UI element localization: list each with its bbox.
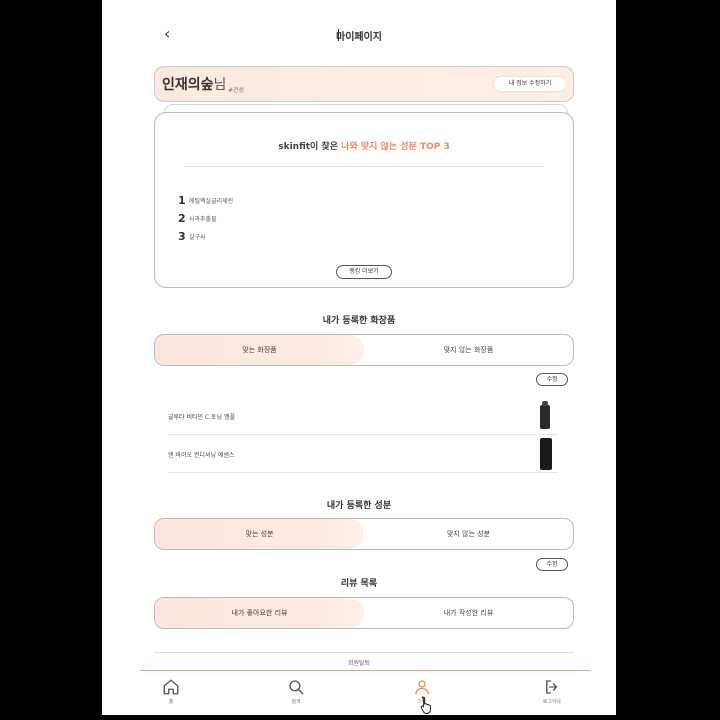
text-cursor <box>338 29 339 41</box>
name-suffix: 님 <box>213 77 227 93</box>
more-ranking-button[interactable]: 랭킹 더보기 <box>336 265 392 279</box>
nav-search[interactable]: 검색 <box>276 678 316 710</box>
app-screen: ‹ 마이페이지 인재의숲님 #건성 내 정보 수정하기 skinfit이 찾은 … <box>102 0 616 715</box>
ingredients-toggle: 맞는 성분 맞지 않는 성분 <box>154 518 574 550</box>
product-name: 글루타 비타민 C 토닝 앰플 <box>168 413 236 421</box>
product-item[interactable]: 글루타 비타민 C 토닝 앰플 <box>168 397 558 435</box>
divider <box>154 652 574 653</box>
mouse-pointer-icon <box>420 696 432 715</box>
page-title: 마이페이지 <box>336 32 382 43</box>
product-thumbnail-cap <box>542 401 548 406</box>
rank-ingredient: 살구씨 <box>189 233 206 241</box>
nav-logout[interactable]: 로그아웃 <box>532 678 572 710</box>
divider <box>184 166 544 167</box>
rank-item: 2 사과추출물 <box>178 211 217 225</box>
tab-matching-cosmetics[interactable]: 맞는 화장품 <box>155 335 364 365</box>
cosmetics-toggle: 맞는 화장품 맞지 않는 화장품 <box>154 334 574 366</box>
search-icon <box>289 680 304 695</box>
logout-icon <box>546 680 558 694</box>
ingredients-section-title: 내가 등록한 성분 <box>326 501 392 511</box>
rank-item: 3 살구씨 <box>178 229 206 243</box>
nav-home-label: 홈 <box>168 699 174 705</box>
divider <box>168 472 558 473</box>
edit-cosmetics-button[interactable]: 수정 <box>536 373 568 386</box>
nav-home[interactable]: 홈 <box>151 678 191 710</box>
edit-ingredients-button[interactable]: 수정 <box>536 558 568 571</box>
nav-search-label: 검색 <box>291 699 301 705</box>
product-thumbnail <box>540 405 550 429</box>
cosmetics-section-title: 내가 등록한 화장품 <box>322 316 396 326</box>
top3-title-prefix: skinfit이 찾은 <box>278 142 342 152</box>
tab-matching-ingredients[interactable]: 맞는 성분 <box>155 519 364 549</box>
nav-top-border <box>140 670 590 671</box>
user-name: 인재의숲 <box>162 77 214 93</box>
edit-profile-button[interactable]: 내 정보 수정하기 <box>494 77 566 91</box>
user-icon <box>415 680 429 695</box>
rank-ingredient: 사과추출물 <box>189 215 217 223</box>
tab-written-reviews[interactable]: 내가 작성한 리뷰 <box>364 598 573 628</box>
tab-nonmatching-cosmetics[interactable]: 맞지 않는 화장품 <box>364 335 573 365</box>
top3-title-accent: 나와 맞지 않는 성분 TOP 3 <box>341 142 450 152</box>
reviews-section-title: 리뷰 목록 <box>340 579 378 589</box>
nav-logout-label: 로그아웃 <box>542 699 562 705</box>
tab-nonmatching-ingredients[interactable]: 맞지 않는 성분 <box>364 519 573 549</box>
reviews-toggle: 내가 좋아요한 리뷰 내가 작성한 리뷰 <box>154 597 574 629</box>
tab-liked-reviews[interactable]: 내가 좋아요한 리뷰 <box>155 598 364 628</box>
skin-type-tag: #건성 <box>228 87 245 94</box>
rank-item: 1 에틸헥실글리세린 <box>178 193 233 207</box>
withdraw-link[interactable]: 회원탈퇴 <box>102 658 616 667</box>
rank-number: 3 <box>178 229 186 243</box>
rank-ingredient: 에틸헥실글리세린 <box>189 197 234 205</box>
rank-number: 1 <box>178 193 186 207</box>
profile-name: 인재의숲님 <box>162 74 226 94</box>
top3-title: skinfit이 찾은 나와 맞지 않는 성분 TOP 3 <box>154 139 574 152</box>
product-name: 앤 바이오 컨디셔닝 에센스 <box>168 451 235 459</box>
rank-number: 2 <box>178 211 186 225</box>
product-item[interactable]: 앤 바이오 컨디셔닝 에센스 <box>168 435 558 473</box>
product-thumbnail <box>540 438 552 470</box>
home-icon <box>163 679 179 695</box>
